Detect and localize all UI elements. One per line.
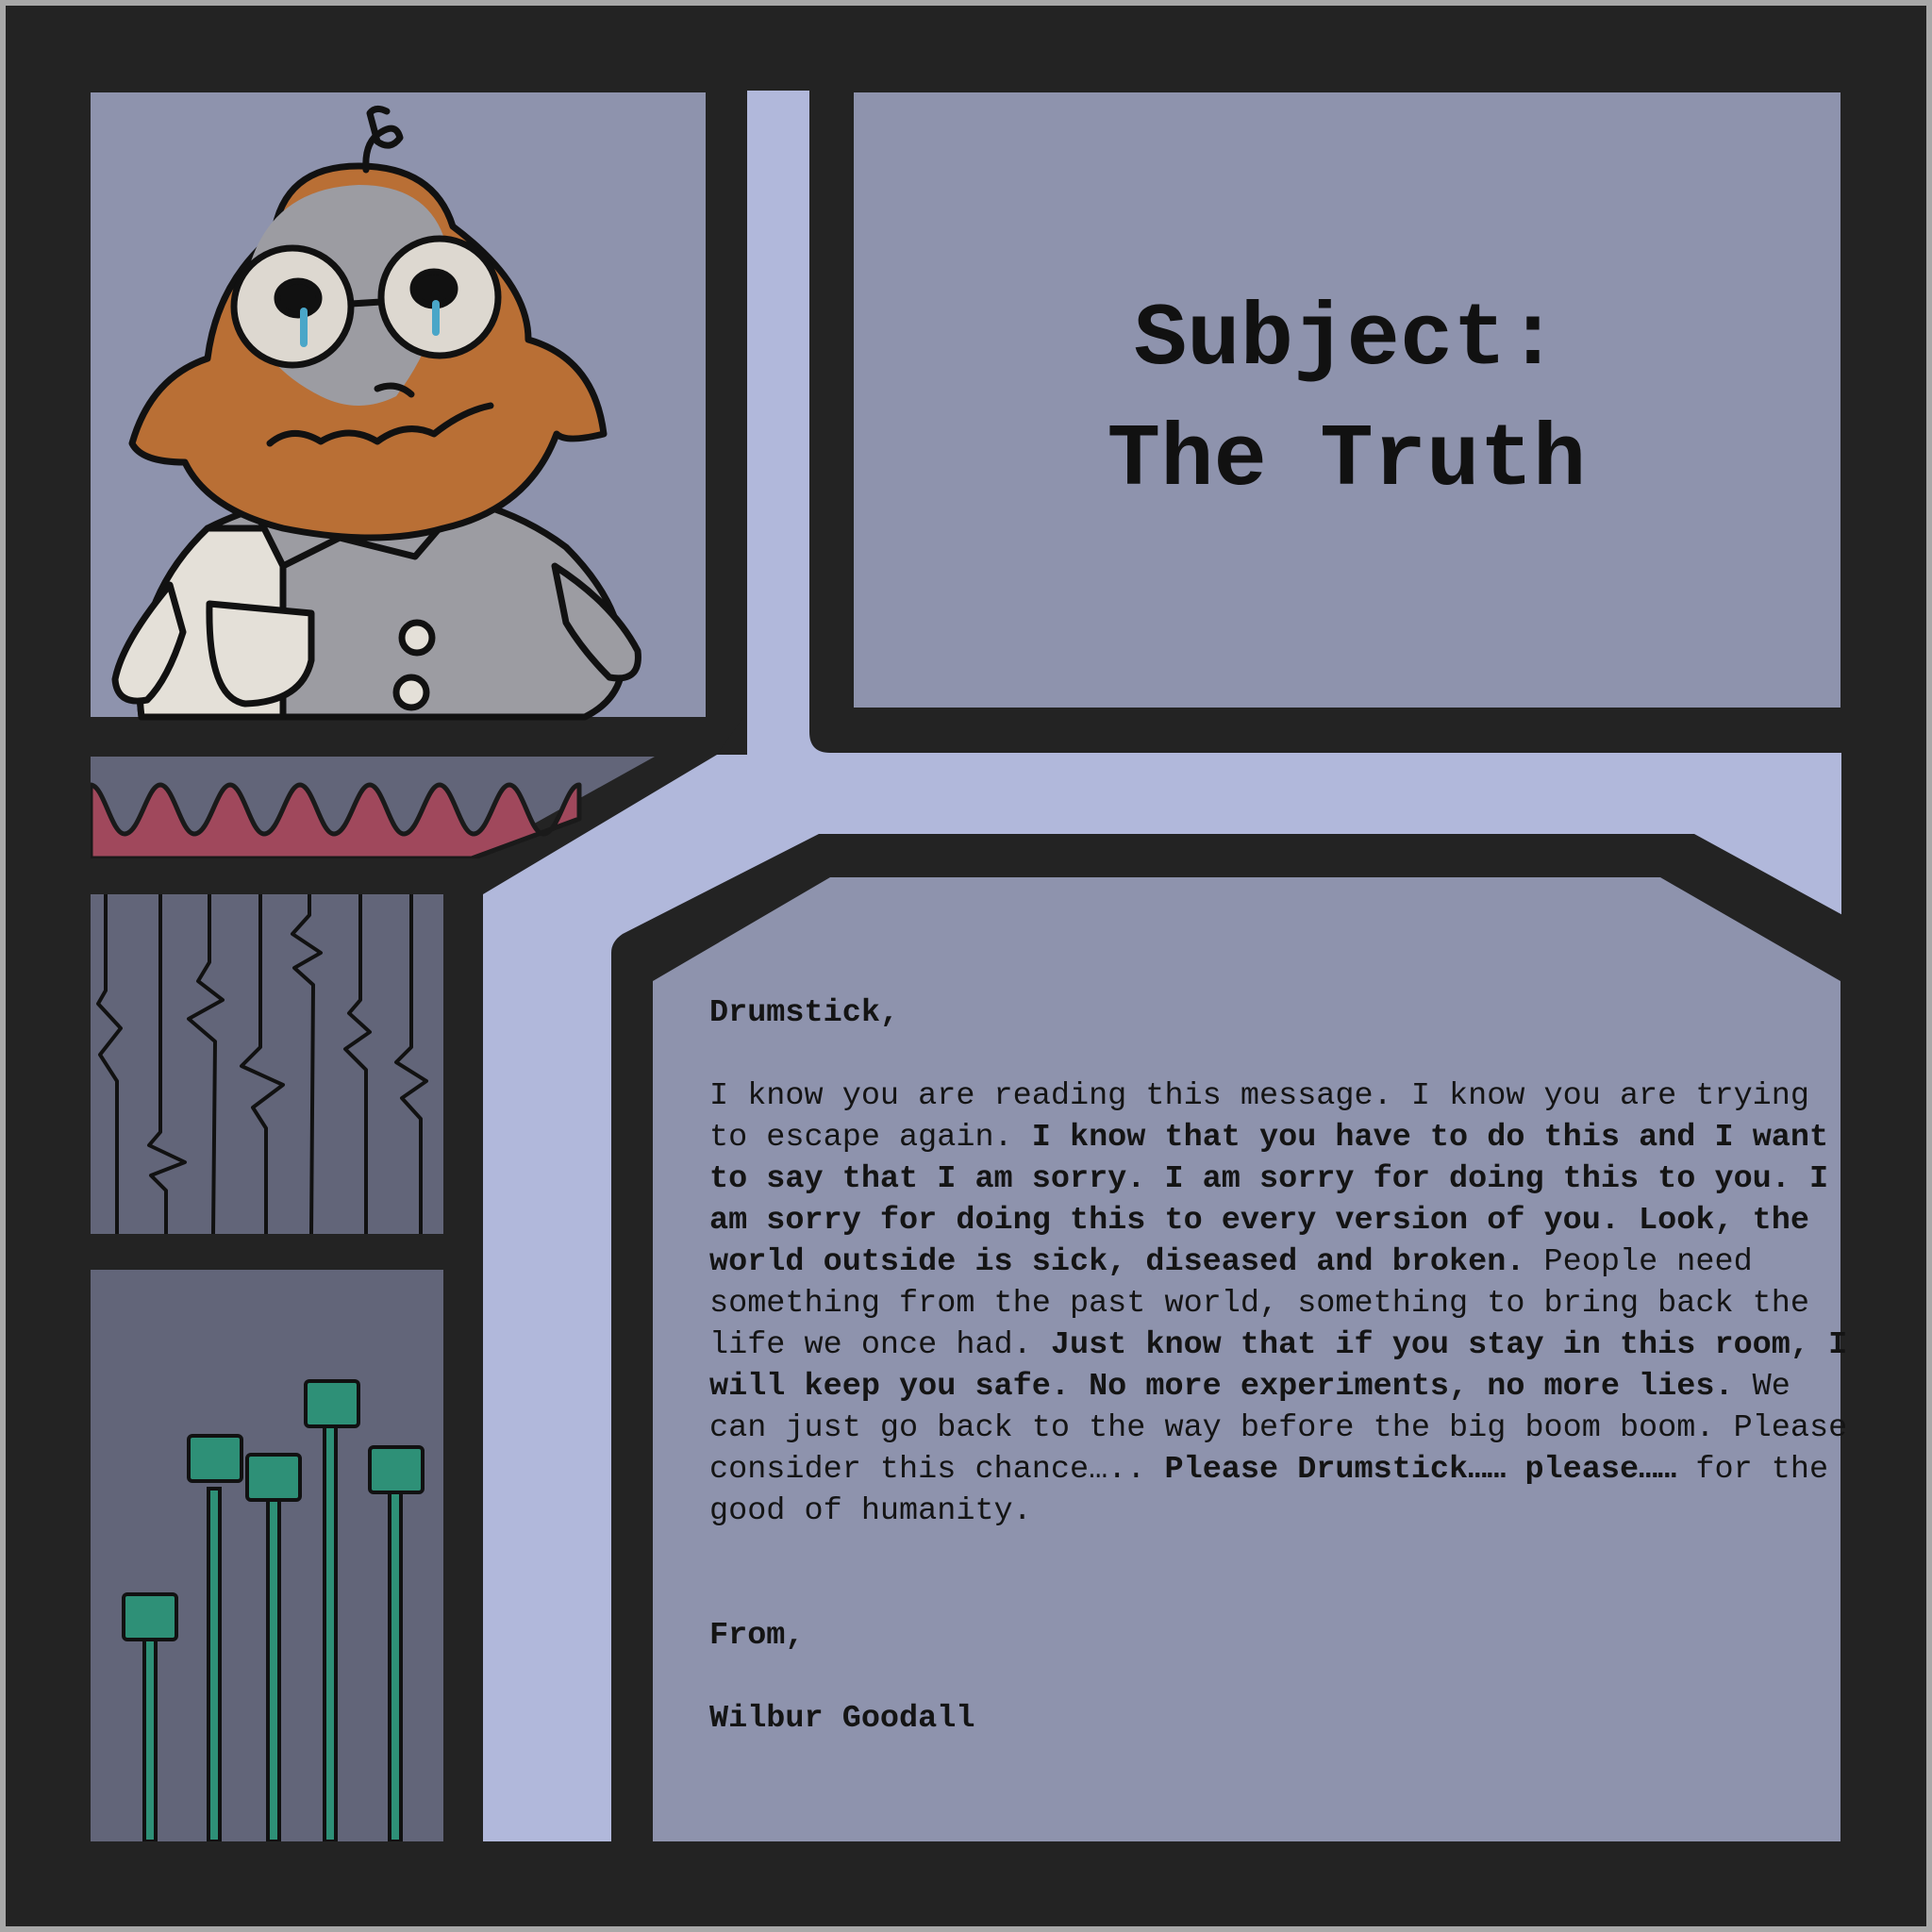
letter-body: I know you are reading this message. I k…: [709, 1075, 1856, 1532]
title-line-1: Subject:: [1133, 291, 1560, 391]
title-line-2: The Truth: [1107, 411, 1587, 511]
letter-closing: From,: [709, 1618, 805, 1654]
letter-salutation: Drumstick,: [709, 995, 900, 1031]
letter-segment: Please Drumstick…… please……: [1164, 1452, 1677, 1488]
title-block: Subject: The Truth: [854, 94, 1840, 708]
letter: Drumstick, I know you are reading this m…: [709, 992, 1856, 1740]
letter-signature: Wilbur Goodall: [709, 1701, 975, 1737]
